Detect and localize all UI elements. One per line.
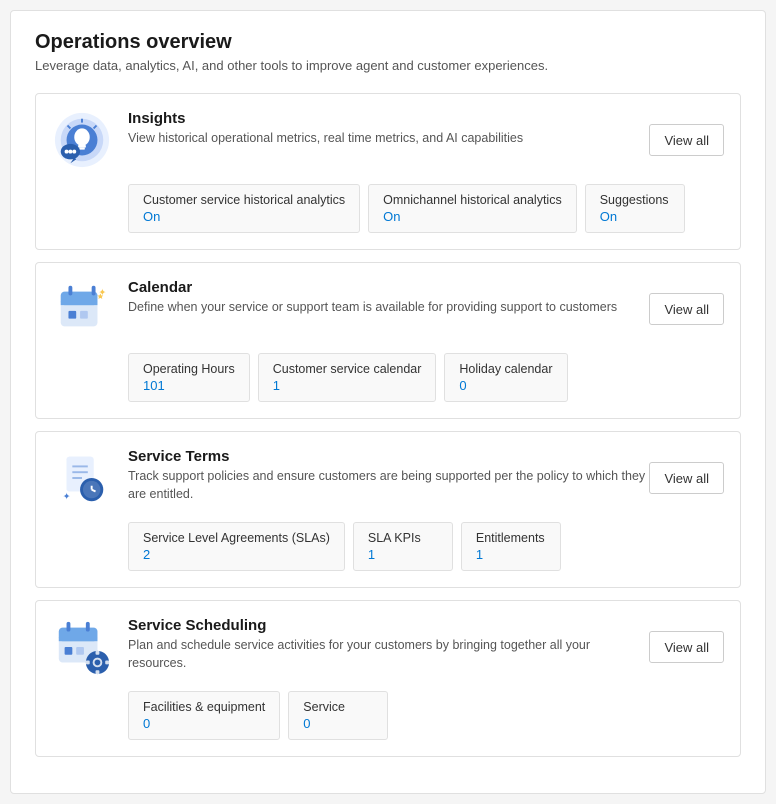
operations-overview-container: Operations overview Leverage data, analy… <box>10 10 766 794</box>
section-desc-serviceterms: Track support policies and ensure custom… <box>128 468 649 503</box>
item-label-insights-1: Omnichannel historical analytics <box>383 193 562 207</box>
svg-text:✦: ✦ <box>63 491 71 502</box>
section-info-calendar: Calendar Define when your service or supp… <box>128 279 649 317</box>
item-card-scheduling-0[interactable]: Facilities & equipment 0 <box>128 691 280 740</box>
section-info-serviceterms: Service Terms Track support policies and … <box>128 448 649 503</box>
item-label-scheduling-1: Service <box>303 700 373 714</box>
item-label-calendar-1: Customer service calendar <box>273 362 422 376</box>
item-label-serviceterms-2: Entitlements <box>476 531 546 545</box>
item-value-scheduling-0: 0 <box>143 716 265 731</box>
section-left-insights: Insights View historical operational metr… <box>52 110 649 170</box>
section-header-scheduling: Service Scheduling Plan and schedule serv… <box>52 617 724 677</box>
section-items-serviceterms: Service Level Agreements (SLAs) 2 SLA KPIs… <box>128 522 724 571</box>
section-title-calendar: Calendar <box>128 279 649 296</box>
item-card-insights-1[interactable]: Omnichannel historical analytics On <box>368 184 577 233</box>
section-items-scheduling: Facilities & equipment 0 Service 0 <box>128 691 724 740</box>
section-header-calendar: ✦ Calendar Define when your service or su… <box>52 279 724 339</box>
item-card-serviceterms-1[interactable]: SLA KPIs 1 <box>353 522 453 571</box>
section-left-calendar: ✦ Calendar Define when your service or su… <box>52 279 649 339</box>
item-value-serviceterms-0: 2 <box>143 547 330 562</box>
section-info-insights: Insights View historical operational metr… <box>128 110 649 148</box>
item-value-calendar-1: 1 <box>273 378 422 393</box>
item-value-insights-2: On <box>600 209 670 224</box>
item-label-insights-0: Customer service historical analytics <box>143 193 345 207</box>
section-title-serviceterms: Service Terms <box>128 448 649 465</box>
item-card-calendar-0[interactable]: Operating Hours 101 <box>128 353 250 402</box>
view-all-button-scheduling[interactable]: View all <box>649 631 724 663</box>
section-left-serviceterms: ✦ Service Terms Track support policies an… <box>52 448 649 508</box>
item-label-scheduling-0: Facilities & equipment <box>143 700 265 714</box>
section-title-insights: Insights <box>128 110 649 127</box>
item-value-serviceterms-2: 1 <box>476 547 546 562</box>
item-label-serviceterms-1: SLA KPIs <box>368 531 438 545</box>
item-value-calendar-2: 0 <box>459 378 552 393</box>
item-card-calendar-2[interactable]: Holiday calendar 0 <box>444 353 567 402</box>
item-card-serviceterms-0[interactable]: Service Level Agreements (SLAs) 2 <box>128 522 345 571</box>
sections-container: Insights View historical operational metr… <box>35 93 741 757</box>
calendar-icon: ✦ <box>52 279 112 339</box>
item-card-insights-0[interactable]: Customer service historical analytics On <box>128 184 360 233</box>
scheduling-icon <box>52 617 112 677</box>
item-value-insights-1: On <box>383 209 562 224</box>
item-card-calendar-1[interactable]: Customer service calendar 1 <box>258 353 437 402</box>
item-card-serviceterms-2[interactable]: Entitlements 1 <box>461 522 561 571</box>
svg-text:✦: ✦ <box>98 287 106 298</box>
section-scheduling: Service Scheduling Plan and schedule serv… <box>35 600 741 757</box>
section-desc-insights: View historical operational metrics, rea… <box>128 130 649 148</box>
page-title: Operations overview <box>35 31 741 54</box>
insights-icon <box>52 110 112 170</box>
section-left-scheduling: Service Scheduling Plan and schedule serv… <box>52 617 649 677</box>
section-desc-scheduling: Plan and schedule service activities for… <box>128 637 649 672</box>
page-subtitle: Leverage data, analytics, AI, and other … <box>35 58 741 73</box>
section-info-scheduling: Service Scheduling Plan and schedule serv… <box>128 617 649 672</box>
item-value-insights-0: On <box>143 209 345 224</box>
serviceterms-icon: ✦ <box>52 448 112 508</box>
item-card-insights-2[interactable]: Suggestions On <box>585 184 685 233</box>
section-calendar: ✦ Calendar Define when your service or su… <box>35 262 741 419</box>
item-label-insights-2: Suggestions <box>600 193 670 207</box>
section-serviceterms: ✦ Service Terms Track support policies an… <box>35 431 741 588</box>
section-items-calendar: Operating Hours 101 Customer service calen… <box>128 353 724 402</box>
section-items-insights: Customer service historical analyticsOnO… <box>128 184 724 233</box>
section-desc-calendar: Define when your service or support team… <box>128 299 649 317</box>
section-header-serviceterms: ✦ Service Terms Track support policies an… <box>52 448 724 508</box>
item-label-calendar-2: Holiday calendar <box>459 362 552 376</box>
item-label-serviceterms-0: Service Level Agreements (SLAs) <box>143 531 330 545</box>
view-all-button-serviceterms[interactable]: View all <box>649 462 724 494</box>
item-value-calendar-0: 101 <box>143 378 235 393</box>
view-all-button-insights[interactable]: View all <box>649 124 724 156</box>
item-value-scheduling-1: 0 <box>303 716 373 731</box>
item-label-calendar-0: Operating Hours <box>143 362 235 376</box>
view-all-button-calendar[interactable]: View all <box>649 293 724 325</box>
item-value-serviceterms-1: 1 <box>368 547 438 562</box>
section-insights: Insights View historical operational metr… <box>35 93 741 250</box>
item-card-scheduling-1[interactable]: Service 0 <box>288 691 388 740</box>
section-header-insights: Insights View historical operational metr… <box>52 110 724 170</box>
section-title-scheduling: Service Scheduling <box>128 617 649 634</box>
